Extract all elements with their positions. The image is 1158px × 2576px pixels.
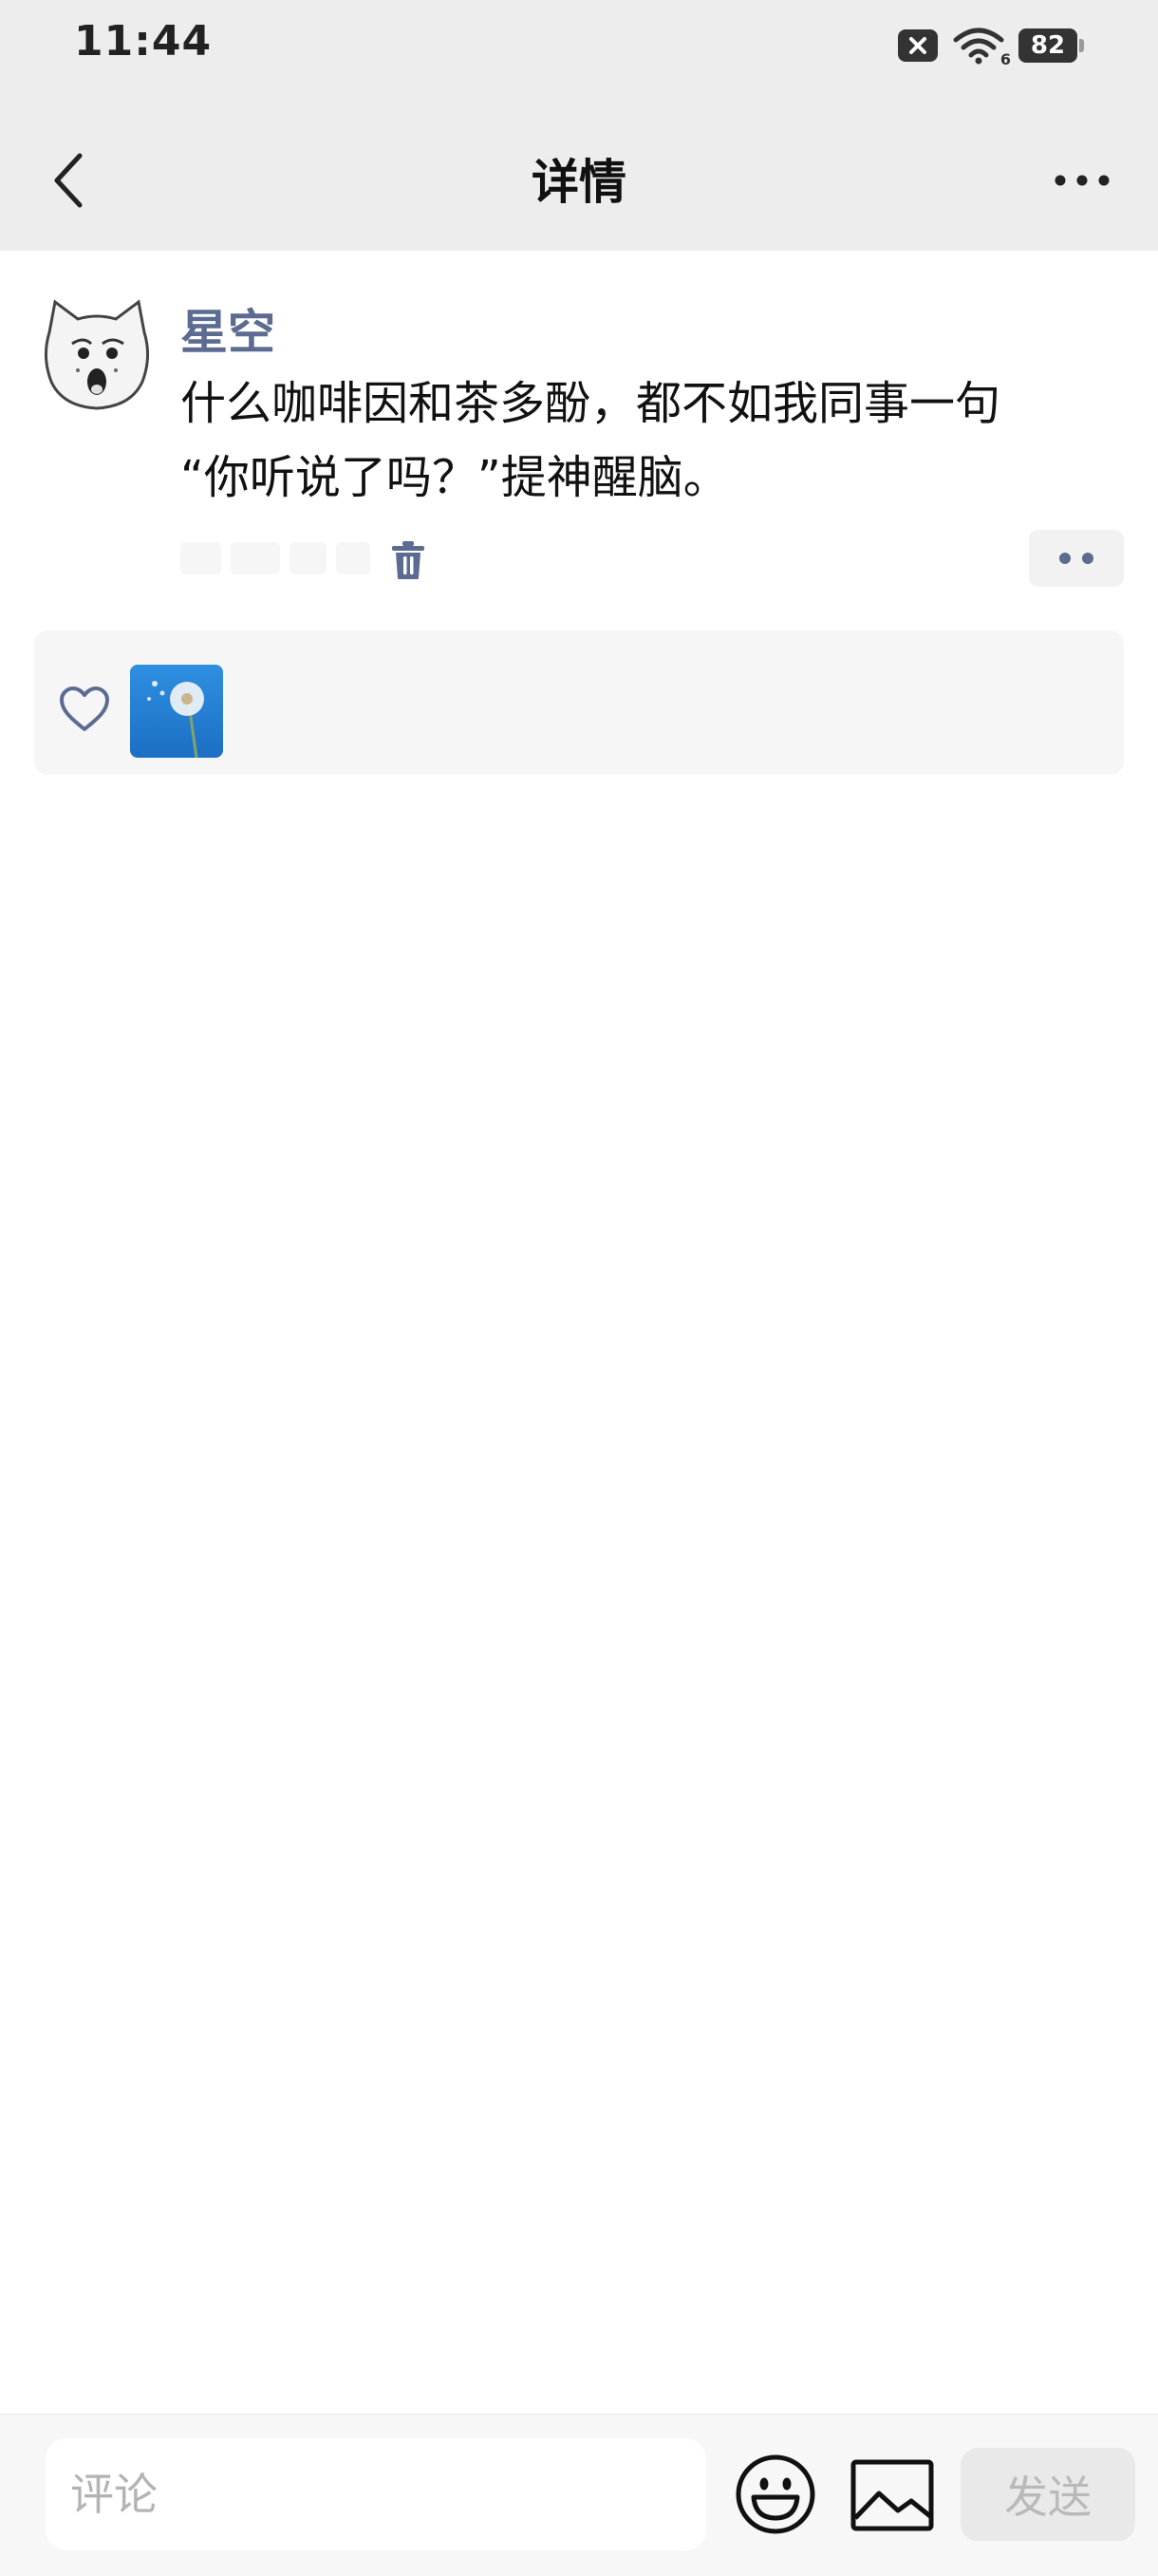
page-title: 详情 [532, 155, 626, 210]
action-menu-button[interactable] [1029, 530, 1124, 587]
post-text: 什么咖啡因和茶多酚，都不如我同事一句 “你听说了吗？”提神醒脑。 [180, 377, 1001, 504]
cat-avatar-image [36, 294, 158, 416]
dot-icon [1059, 553, 1071, 564]
status-time: 11:44 [74, 17, 213, 66]
status-icons: 6 82 [897, 27, 1084, 68]
post-time-redacted [180, 537, 370, 579]
liker-avatar[interactable] [130, 665, 223, 758]
emoji-icon[interactable] [735, 2454, 816, 2535]
avatar[interactable] [36, 294, 158, 416]
more-dots-icon [1055, 175, 1110, 186]
comment-input[interactable] [46, 2438, 706, 2550]
username[interactable]: 星空 [180, 294, 275, 363]
more-button[interactable] [1044, 152, 1120, 209]
wifi-icon: 6 [952, 27, 1011, 68]
dandelion-avatar-image [130, 665, 223, 758]
battery-cap [1079, 39, 1084, 52]
battery-indicator: 82 [1018, 28, 1084, 63]
notification-x-icon [898, 29, 938, 62]
dot-icon [1082, 553, 1093, 564]
wifi-badge: 6 [999, 50, 1011, 68]
battery-level: 82 [1030, 31, 1066, 60]
image-icon[interactable] [850, 2459, 934, 2531]
delete-button[interactable] [382, 534, 435, 587]
send-button[interactable]: 发送 [961, 2448, 1135, 2541]
trash-icon [392, 541, 424, 579]
heart-outline-icon [60, 686, 109, 731]
